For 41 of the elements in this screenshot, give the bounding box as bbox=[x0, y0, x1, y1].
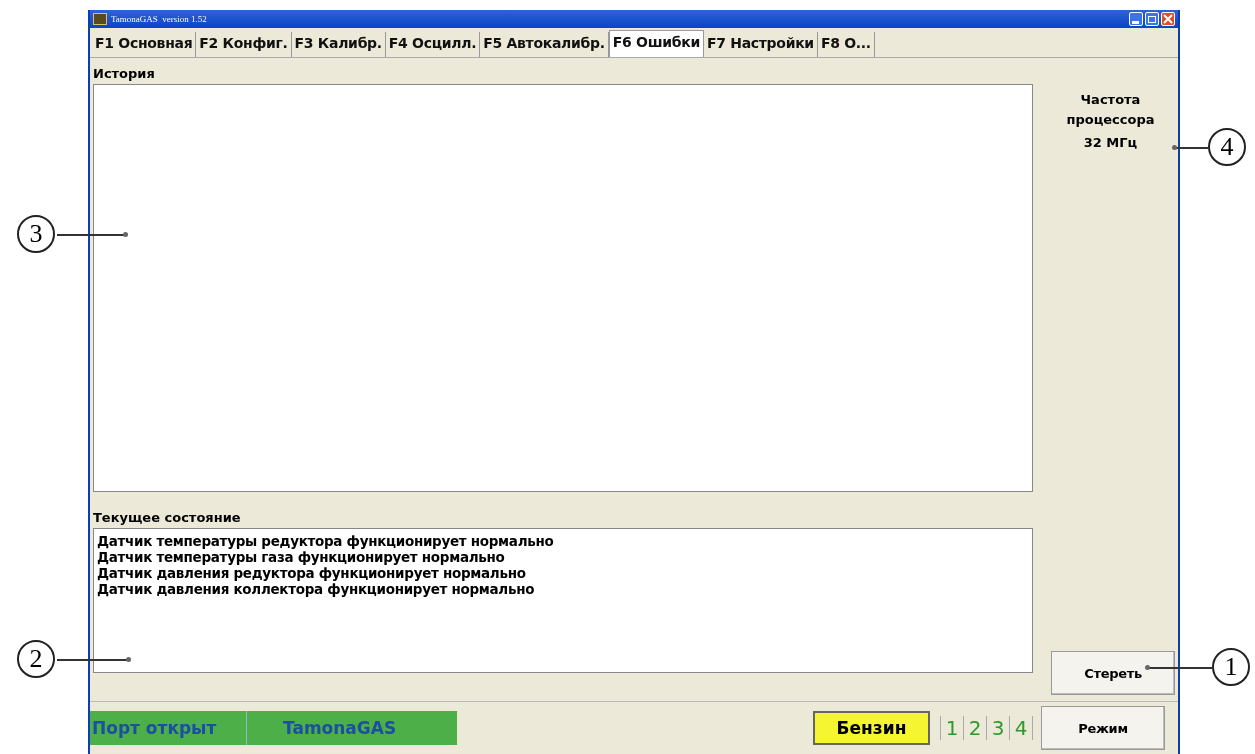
tab[interactable]: F7 Настройки bbox=[703, 32, 818, 57]
tab[interactable]: F2 Конфиг. bbox=[196, 32, 292, 57]
status-line: Датчик давления коллектора функционирует нормально bbox=[97, 581, 536, 597]
app-status: TamonaGAS bbox=[247, 711, 457, 745]
maximize-icon bbox=[1147, 14, 1157, 24]
tab[interactable]: F4 Осцилл. bbox=[385, 32, 481, 57]
maximize-button[interactable] bbox=[1145, 12, 1159, 26]
app-icon bbox=[93, 13, 107, 25]
cpu-value: 32 МГц bbox=[1082, 135, 1139, 150]
section-label: История bbox=[93, 66, 156, 83]
status-line: Датчик температуры газа функционирует нормально bbox=[97, 549, 506, 565]
tab[interactable]: F8 О... bbox=[817, 32, 875, 57]
cylinder-indicator: 2 bbox=[964, 716, 987, 740]
cylinder-indicator: 4 bbox=[1010, 716, 1033, 740]
leader-line bbox=[1148, 667, 1212, 669]
tab[interactable]: F3 Калибр. bbox=[291, 32, 386, 57]
callout-number: 4 bbox=[1208, 128, 1246, 166]
callout-number: 1 bbox=[1212, 648, 1250, 686]
mode-button[interactable]: Режим bbox=[1041, 706, 1165, 750]
clear-button[interactable]: Стереть bbox=[1051, 651, 1175, 695]
minimize-icon bbox=[1131, 20, 1139, 24]
cpu-label: Частота процессора bbox=[1065, 91, 1156, 129]
minimize-button[interactable] bbox=[1129, 12, 1143, 26]
section-label: Текущее состояние bbox=[93, 510, 242, 527]
status-line: Датчик давления редуктора функционирует нормально bbox=[97, 565, 527, 581]
tab[interactable]: F1 Основная bbox=[92, 32, 197, 57]
port-status: Порт открыт bbox=[90, 711, 247, 745]
cylinder-indicator: 3 bbox=[987, 716, 1010, 740]
window-title: TamonaGAS version 1.52 bbox=[111, 14, 208, 24]
status-line: Датчик температуры редуктора функционирует нормально bbox=[97, 533, 555, 549]
leader-line bbox=[57, 234, 125, 236]
tab[interactable]: F5 Автокалибр. bbox=[480, 32, 609, 57]
callout-number: 2 bbox=[17, 640, 55, 678]
close-icon bbox=[1163, 14, 1173, 24]
close-button[interactable] bbox=[1161, 12, 1175, 26]
leader-line bbox=[1175, 147, 1208, 149]
cylinder-indicator: 1 bbox=[941, 716, 964, 740]
fuel-indicator: Бензин bbox=[813, 711, 930, 745]
callout-number: 3 bbox=[17, 215, 55, 253]
tab[interactable]: F6 Ошибки bbox=[608, 30, 704, 57]
leader-line bbox=[57, 659, 128, 661]
